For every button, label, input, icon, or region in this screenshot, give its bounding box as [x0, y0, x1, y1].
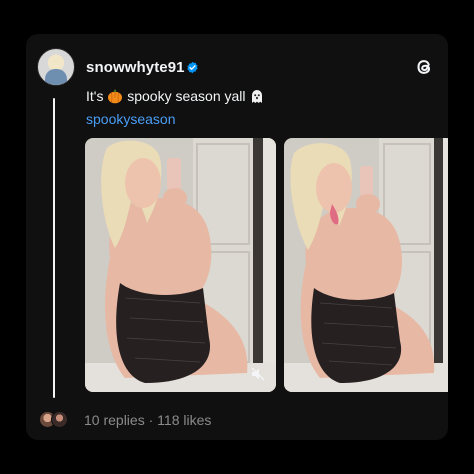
post-text-middle: spooky season yall	[123, 88, 250, 104]
thread-line	[53, 98, 55, 398]
post-video-1[interactable]	[85, 138, 276, 392]
likes-count[interactable]: 118 likes	[157, 412, 211, 428]
reply-avatar	[51, 411, 68, 428]
threads-logo-icon[interactable]	[413, 56, 435, 78]
video-1-frame	[85, 138, 276, 392]
post-video-2[interactable]	[284, 138, 448, 392]
ghost-emoji	[252, 90, 263, 103]
post-stats: 10 replies · 118 likes	[84, 412, 211, 428]
username[interactable]: snowwhyte91	[86, 59, 185, 76]
pumpkin-emoji	[108, 89, 123, 104]
verified-badge-icon	[187, 61, 198, 74]
post-text: It's spooky season yall	[86, 88, 265, 104]
hashtag-link[interactable]: spookyseason	[86, 111, 176, 127]
replies-count[interactable]: 10 replies	[84, 412, 145, 428]
mute-icon[interactable]	[250, 366, 266, 382]
avatar[interactable]	[37, 48, 75, 86]
reply-avatars	[39, 410, 71, 428]
video-2-frame	[284, 138, 448, 392]
threads-post-card: snowwhyte91 It's spooky season yall spoo…	[26, 34, 448, 440]
stats-separator: ·	[144, 412, 158, 428]
post-text-start: It's	[86, 88, 108, 104]
